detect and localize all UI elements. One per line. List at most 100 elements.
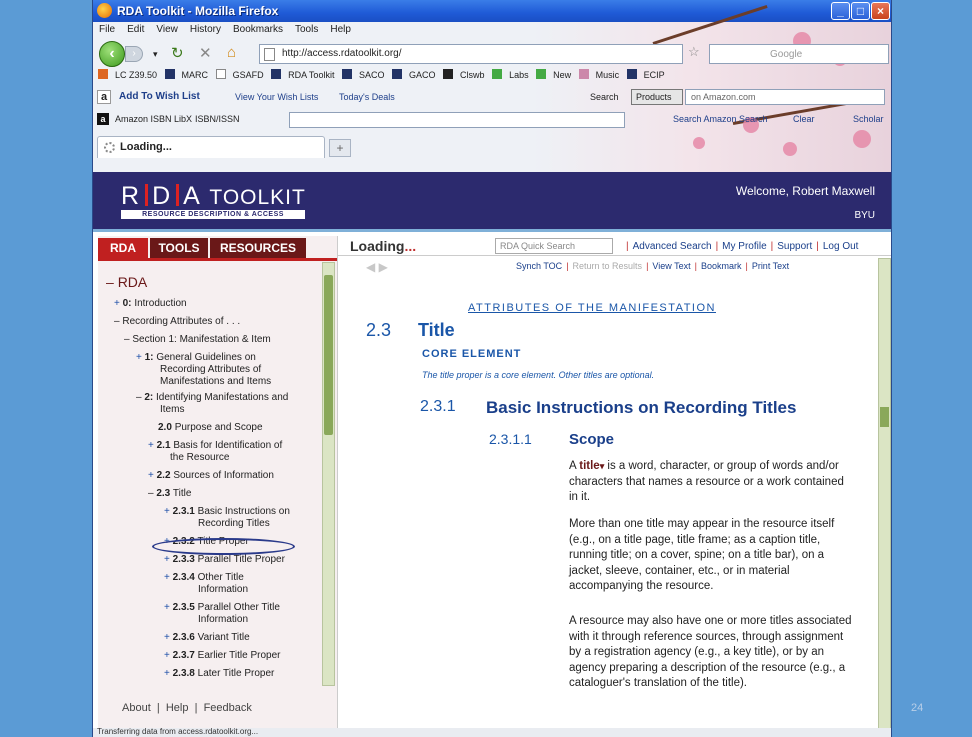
content-scrollbar[interactable] xyxy=(878,258,891,734)
tab-resources[interactable]: RESOURCES xyxy=(210,238,306,258)
tree-item-2-2[interactable]: + 2.2 Sources of Information xyxy=(148,470,274,482)
bookmark-new[interactable]: New xyxy=(536,69,571,80)
tree-item-2-1[interactable]: + 2.1 Basis for Identification of xyxy=(148,440,282,452)
stop-icon[interactable]: ✕ xyxy=(199,44,212,62)
bookmark-saco[interactable]: SACO xyxy=(341,69,384,80)
tab-tools[interactable]: TOOLS xyxy=(150,238,208,258)
menu-view[interactable]: View xyxy=(156,24,178,35)
scholar-button[interactable]: Scholar xyxy=(853,114,884,124)
new-tab-button[interactable]: + xyxy=(329,139,351,157)
tree-item-chapter-1[interactable]: + 1: General Guidelines on xyxy=(136,352,256,364)
content-actions: Synch TOC | Return to Results | View Text | Bo… xyxy=(516,261,790,271)
tree-item-2-3-3[interactable]: + 2.3.3 Parallel Title Proper xyxy=(164,554,285,566)
toc-scroll-thumb[interactable] xyxy=(324,275,333,435)
maximize-button[interactable]: □ xyxy=(851,2,870,20)
highlight-ellipse xyxy=(152,538,295,555)
tree-item-2-3-6[interactable]: + 2.3.6 Variant Title xyxy=(164,632,250,644)
bookmark-lc[interactable]: LC Z39.50 xyxy=(98,69,157,80)
history-dropdown-icon[interactable]: ▾ xyxy=(153,49,158,60)
tab-loading[interactable]: Loading... xyxy=(97,136,325,158)
products-dropdown[interactable]: Products xyxy=(631,89,683,105)
return-to-results-link[interactable]: Return to Results xyxy=(573,261,643,271)
attributes-heading[interactable]: ATTRIBUTES OF THE MANIFESTATION xyxy=(468,302,716,314)
amazon-search-input[interactable]: on Amazon.com xyxy=(685,89,885,105)
loading-indicator: Loading... xyxy=(350,238,417,254)
content-subtoolbar: ◀ ▶ Synch TOC | Return to Results | View Tex… xyxy=(338,258,891,274)
bookmark-gaco[interactable]: GACO xyxy=(392,69,436,80)
page-icon xyxy=(264,48,275,61)
tree-item-2-3-7[interactable]: + 2.3.7 Earlier Title Proper xyxy=(164,650,280,662)
subsubsection-title: Scope xyxy=(569,431,615,448)
tree-item-2-3-5[interactable]: + 2.3.5 Parallel Other Title xyxy=(164,602,280,614)
print-text-link[interactable]: Print Text xyxy=(752,261,789,271)
todays-deals-link[interactable]: Today's Deals xyxy=(339,92,395,102)
bookmark-link[interactable]: Bookmark xyxy=(701,261,742,271)
menu-edit[interactable]: Edit xyxy=(127,24,144,35)
about-link[interactable]: About xyxy=(122,702,151,714)
view-wish-lists-link[interactable]: View Your Wish Lists xyxy=(235,92,318,102)
menu-file[interactable]: File xyxy=(99,24,115,35)
menu-tools[interactable]: Tools xyxy=(295,24,318,35)
tree-item-chapter-2[interactable]: – 2: Identifying Manifestations and xyxy=(136,392,288,404)
title-glossary-link[interactable]: title▾ xyxy=(579,460,604,472)
star-icon[interactable]: ☆ xyxy=(688,44,700,60)
search-amazon-button[interactable]: Search Amazon Search xyxy=(673,114,768,124)
reload-icon[interactable]: ↻ xyxy=(171,44,184,62)
tree-item-section-1[interactable]: – Section 1: Manifestation & Item xyxy=(124,334,271,346)
tab-label: Loading... xyxy=(120,141,172,153)
content-pane: Loading... RDA Quick Search | Advanced Se… xyxy=(338,236,891,737)
google-search-box[interactable]: Google xyxy=(709,44,889,64)
tree-root[interactable]: – RDA xyxy=(106,275,147,289)
paragraph-2: More than one title may appear in the re… xyxy=(569,518,835,592)
bookmark-rda-toolkit[interactable]: RDA Toolkit xyxy=(271,69,334,80)
libx-search-input[interactable] xyxy=(289,112,625,128)
toc-scrollbar[interactable] xyxy=(322,262,335,686)
url-bar[interactable]: http://access.rdatoolkit.org/ xyxy=(259,44,683,64)
view-text-link[interactable]: View Text xyxy=(652,261,690,271)
tree-item-2-3-1[interactable]: + 2.3.1 Basic Instructions on xyxy=(164,506,290,518)
browser-chrome: File Edit View History Bookmarks Tools Help ‹ … xyxy=(93,4,891,172)
tree-item-2-3[interactable]: – 2.3 Title xyxy=(148,488,191,500)
add-to-wish-list-button[interactable]: Add To Wish List xyxy=(119,91,200,102)
tree-item-2-3-5-line2: Information xyxy=(198,614,249,625)
feedback-link[interactable]: Feedback xyxy=(204,702,252,714)
toc-footer: About | Help | Feedback xyxy=(122,702,252,714)
tree-item-2-3-4[interactable]: + 2.3.4 Other Title xyxy=(164,572,244,584)
bookmark-music[interactable]: Music xyxy=(578,69,619,80)
menu-help[interactable]: Help xyxy=(330,24,351,35)
top-links: | Advanced Search | My Profile | Support | Log … xyxy=(626,241,859,252)
home-icon[interactable]: ⌂ xyxy=(227,44,236,61)
bookmark-labs[interactable]: Labs xyxy=(492,69,529,80)
back-button[interactable]: ‹ xyxy=(99,41,125,67)
rda-tagline: RESOURCE DESCRIPTION & ACCESS xyxy=(121,210,305,219)
close-button[interactable]: × xyxy=(871,2,890,20)
rda-toolkit-logo: RDA TOOLKIT xyxy=(121,182,306,210)
forward-button[interactable]: › xyxy=(125,46,143,62)
minimize-button[interactable]: _ xyxy=(831,2,850,20)
support-link[interactable]: Support xyxy=(777,241,812,252)
quick-search-input[interactable]: RDA Quick Search xyxy=(495,238,613,254)
bookmark-gsafd[interactable]: GSAFD xyxy=(215,69,264,80)
section-number: 2.3 xyxy=(366,320,392,340)
log-out-link[interactable]: Log Out xyxy=(823,241,859,252)
tree-item-2-3-8[interactable]: + 2.3.8 Later Title Proper xyxy=(164,668,274,680)
content-scroll-thumb[interactable] xyxy=(880,407,889,427)
bookmark-ecip[interactable]: ECIP xyxy=(626,69,665,80)
tree-item-recording-attributes[interactable]: – Recording Attributes of . . . xyxy=(114,316,240,328)
synch-toc-link[interactable]: Synch TOC xyxy=(516,261,562,271)
help-link[interactable]: Help xyxy=(166,702,189,714)
advanced-search-link[interactable]: Advanced Search xyxy=(633,241,712,252)
tree-item-introduction[interactable]: + 0: Introduction xyxy=(114,298,187,310)
prev-next-arrows[interactable]: ◀ ▶ xyxy=(366,260,388,274)
bookmark-clswb[interactable]: Clswb xyxy=(443,69,485,80)
toc-pane: RDA TOOLS RESOURCES – RDA + 0: Introduct… xyxy=(98,236,338,737)
menu-bookmarks[interactable]: Bookmarks xyxy=(233,24,283,35)
bookmark-marc[interactable]: MARC xyxy=(164,69,208,80)
libx-dropdown[interactable]: Amazon ISBN LibX xyxy=(115,114,192,124)
my-profile-link[interactable]: My Profile xyxy=(722,241,766,252)
clear-button[interactable]: Clear xyxy=(793,114,815,124)
isbn-issn-dropdown[interactable]: ISBN/ISSN xyxy=(195,114,240,124)
tab-rda[interactable]: RDA xyxy=(98,238,148,258)
tree-item-2-0[interactable]: 2.0 Purpose and Scope xyxy=(158,422,263,434)
menu-history[interactable]: History xyxy=(190,24,221,35)
